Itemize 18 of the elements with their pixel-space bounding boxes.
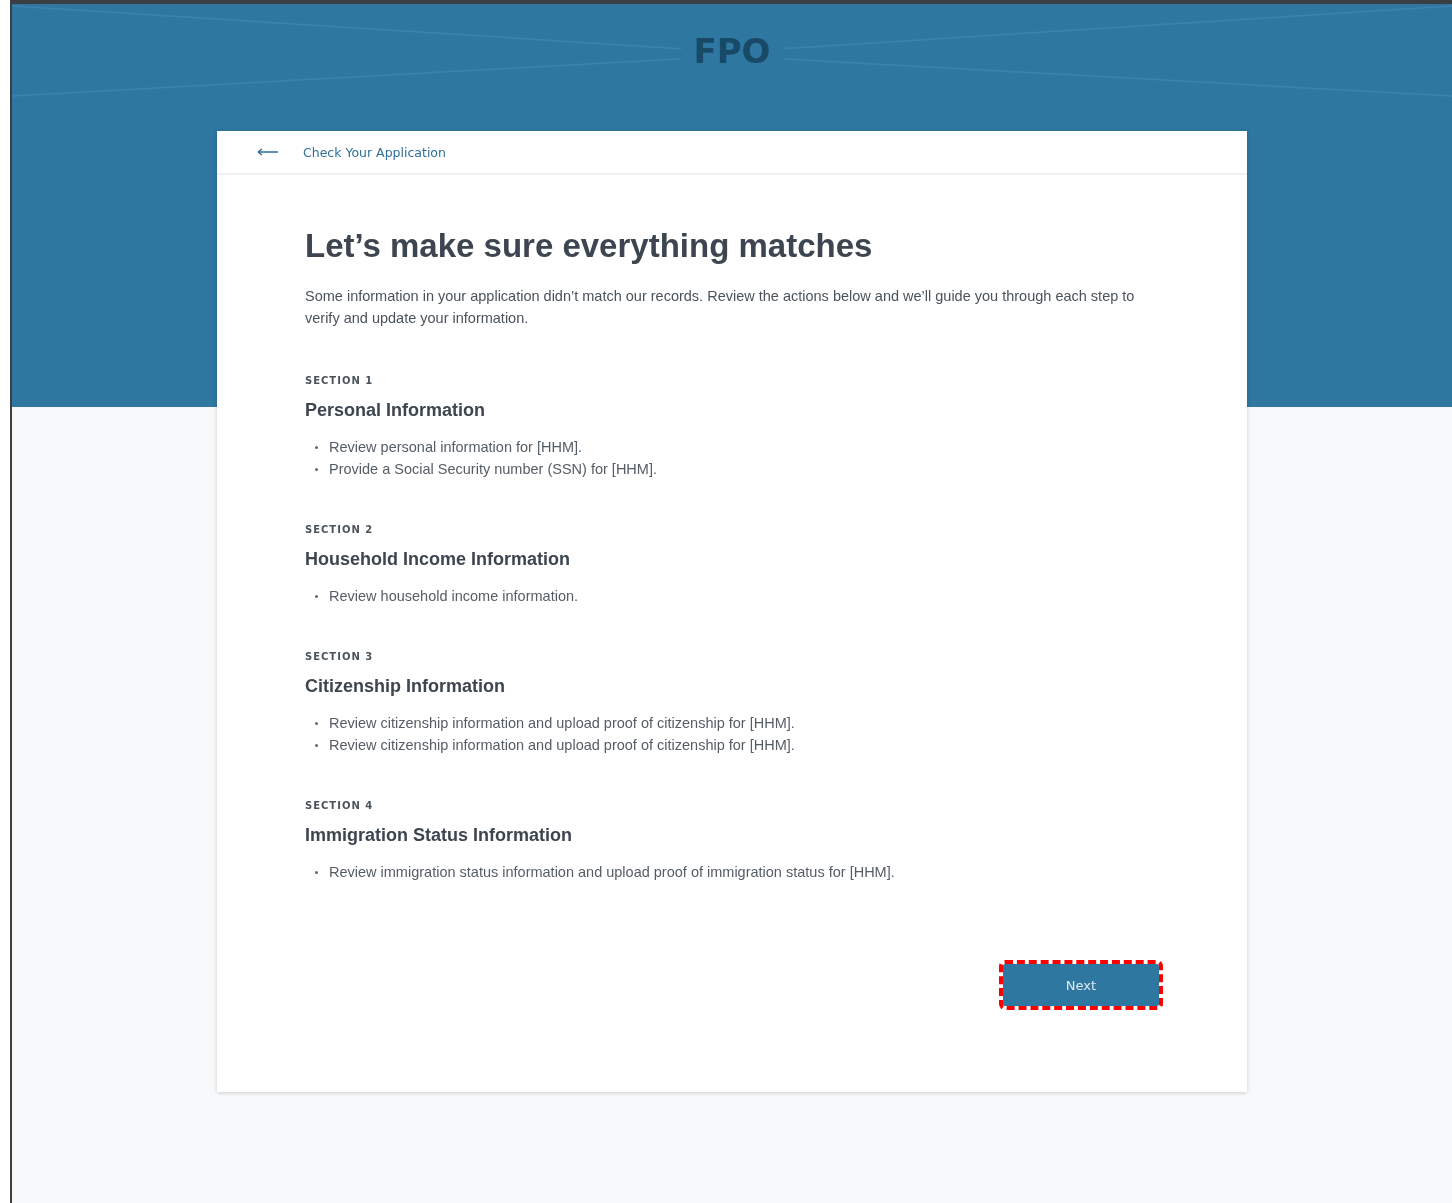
section-heading: Immigration Status Information <box>305 825 573 846</box>
section-eyebrow: SECTION 1 <box>305 375 375 386</box>
page-title: Let’s make sure everything matches <box>305 227 874 265</box>
action-item: Provide a Social Security number (SSN) for [HHM]. <box>315 458 1159 480</box>
back-link[interactable]: Check Your Application <box>257 144 446 160</box>
intro-text: Some information in your application didn’t match our records. Review the actions below and we’ll guide you through each step to verify and update your information. <box>305 287 1136 328</box>
section-heading: Citizenship Information <box>305 676 506 697</box>
back-arrow-icon <box>257 148 279 156</box>
action-item: Review immigration status information and upload proof of immigration status for [HHM]. <box>315 861 1159 883</box>
section-eyebrow: SECTION 4 <box>305 800 375 811</box>
action-item: Review citizenship information and upload proof of citizenship for [HHM]. <box>315 712 1159 734</box>
section-eyebrow: SECTION 2 <box>305 524 375 535</box>
action-item: Review personal information for [HHM]. <box>315 436 1159 458</box>
section-heading: Personal Information <box>305 400 487 421</box>
section-eyebrow: SECTION 3 <box>305 651 375 662</box>
action-item: Review citizenship information and upload proof of citizenship for [HHM]. <box>315 734 1159 756</box>
action-item: Review household income information. <box>315 585 1159 607</box>
section-heading: Household Income Information <box>305 549 571 570</box>
